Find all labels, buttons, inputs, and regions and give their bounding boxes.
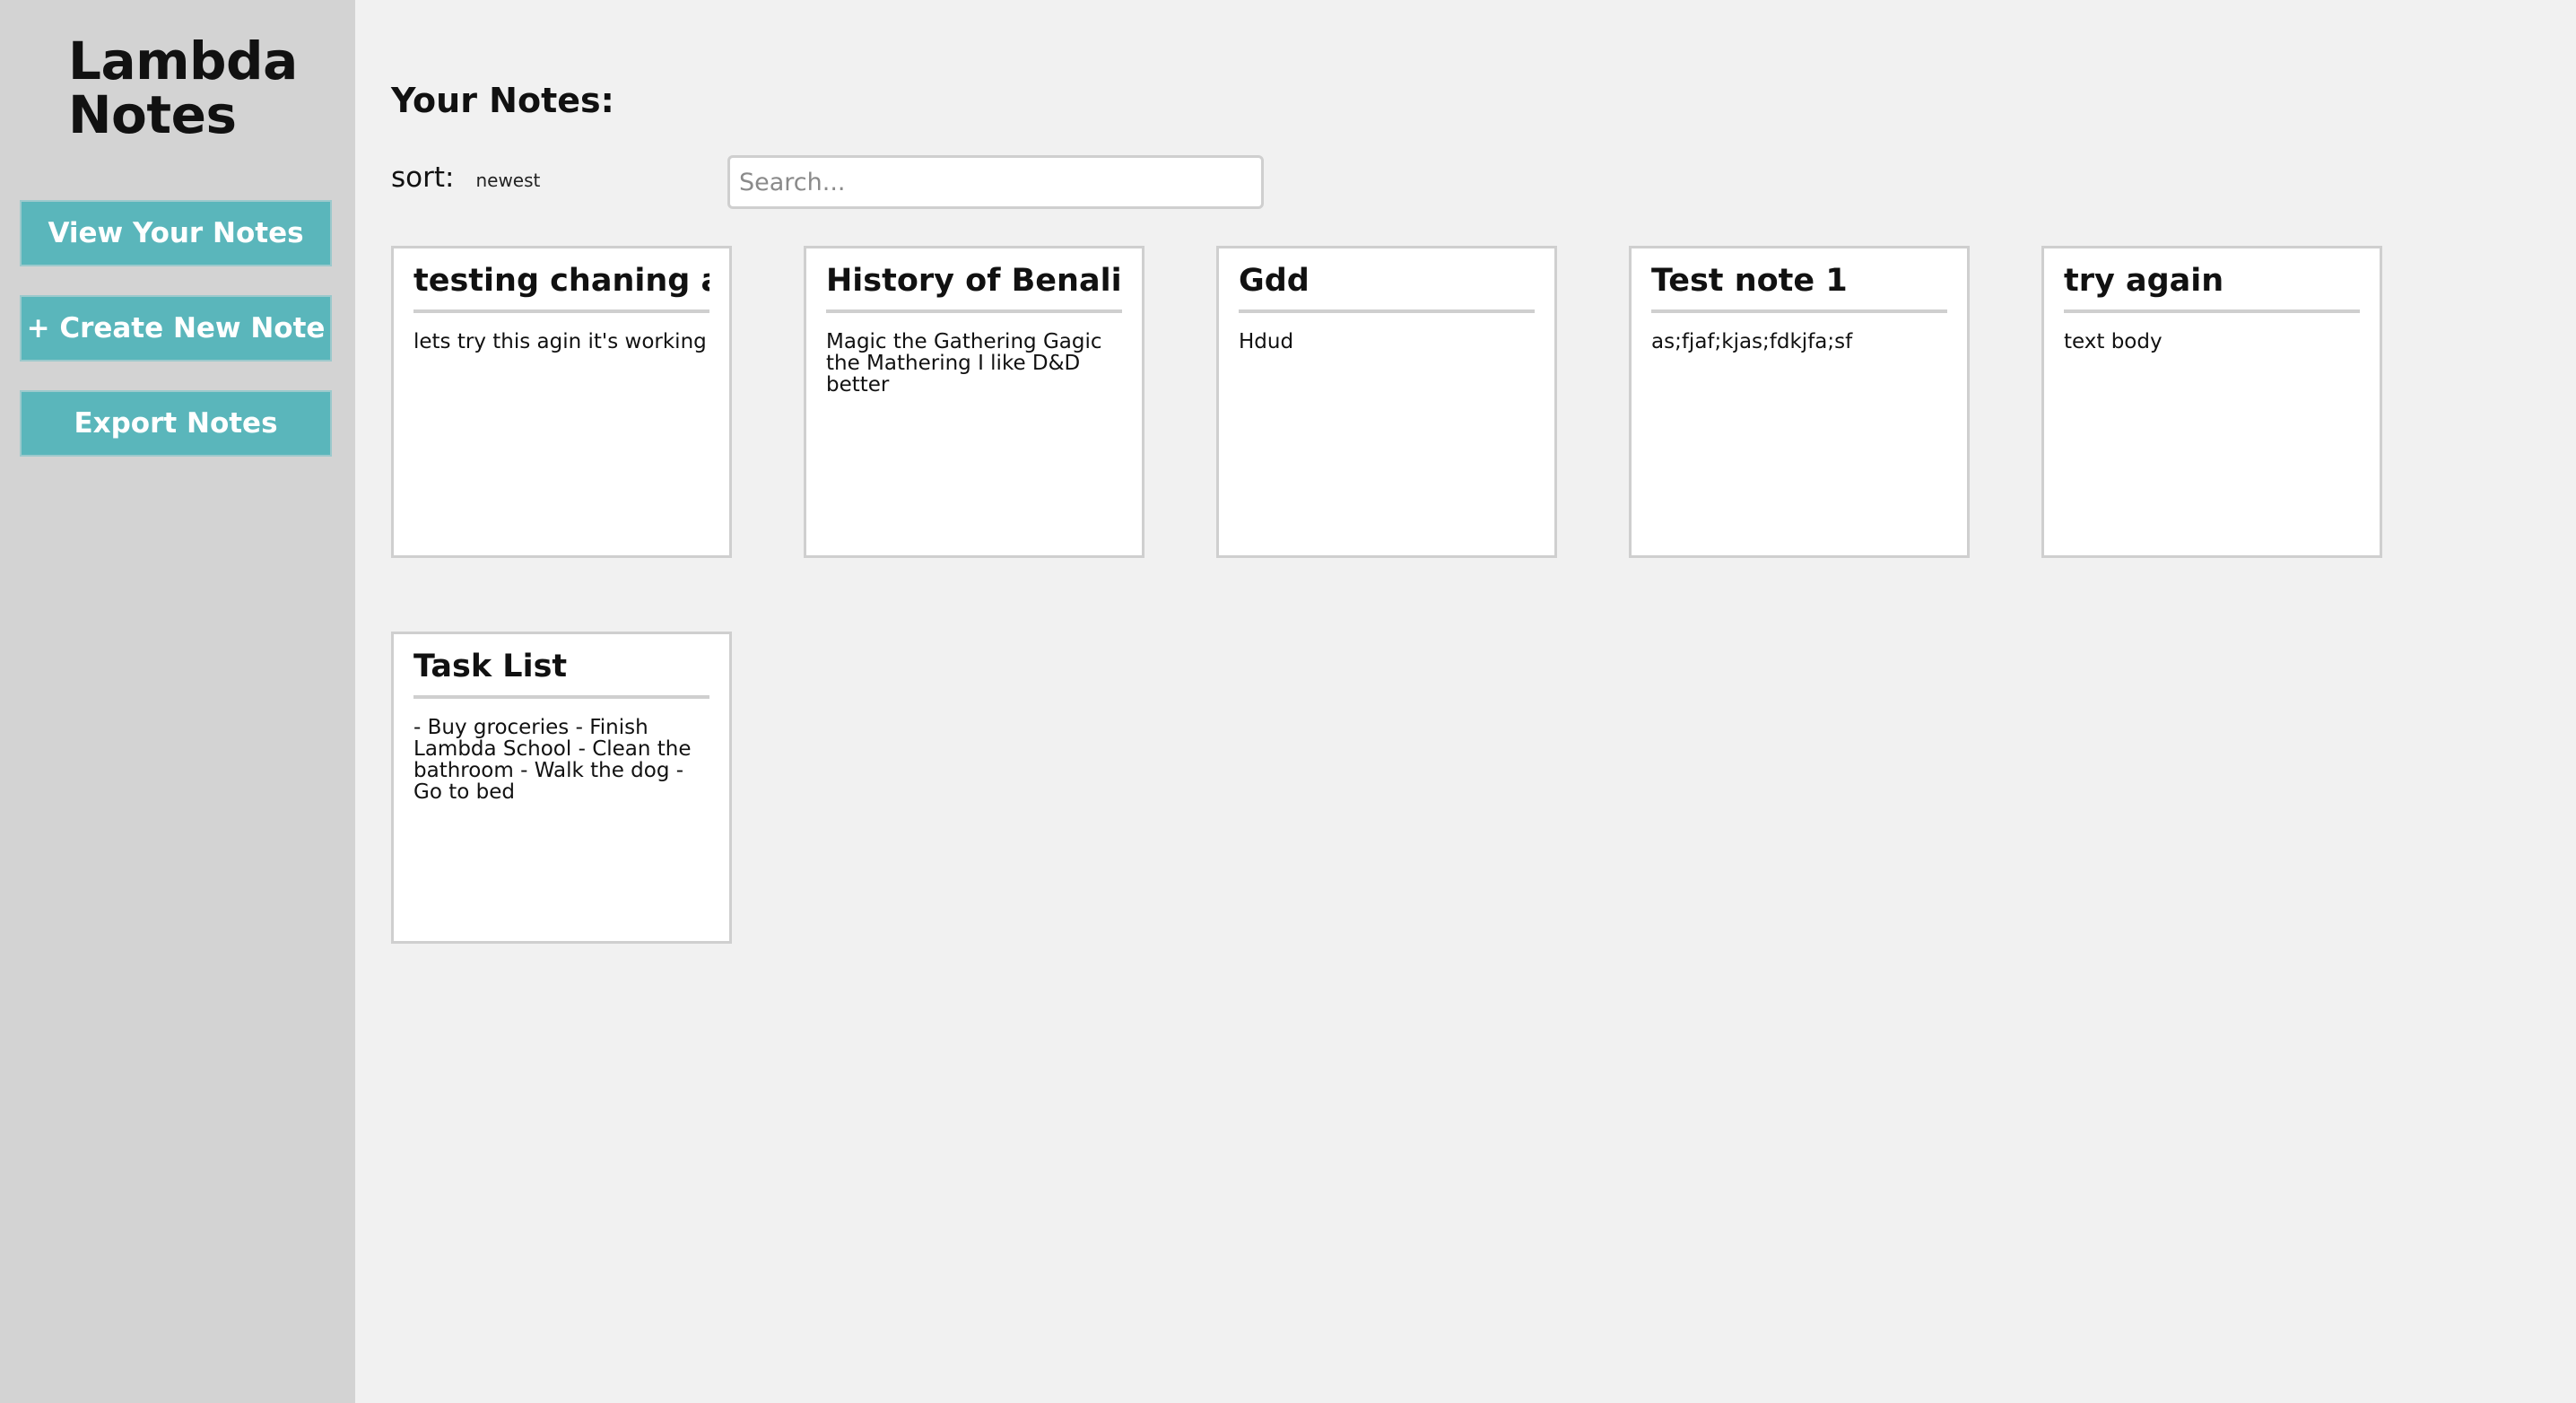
search-input[interactable]	[727, 155, 1264, 209]
app-title: Lambda Notes	[68, 30, 298, 145]
note-card[interactable]: Task List - Buy groceries - Finish Lambd…	[391, 632, 732, 944]
note-title: Task List	[413, 634, 709, 699]
note-body: lets try this agin it's working	[413, 330, 707, 353]
note-title: History of Benalia	[826, 248, 1122, 313]
create-note-button[interactable]: + Create New Note	[20, 295, 332, 362]
note-card[interactable]: testing chaning again lets try this agin…	[391, 246, 732, 558]
app-root: Lambda Notes View Your Notes + Create Ne…	[0, 0, 2576, 1403]
note-title: Gdd	[1239, 248, 1535, 313]
note-body: text body	[2064, 330, 2163, 353]
note-card[interactable]: Gdd Hdud	[1216, 246, 1557, 558]
sort-label: sort:	[391, 161, 455, 194]
sort-option-newest[interactable]: newest	[475, 170, 540, 191]
sidebar: Lambda Notes View Your Notes + Create Ne…	[0, 0, 355, 1403]
note-title: Test note 1	[1651, 248, 1947, 313]
note-body: - Buy groceries - Finish Lambda School -…	[413, 716, 692, 804]
export-notes-button[interactable]: Export Notes	[20, 390, 332, 457]
sort-control: sort: newest	[391, 161, 540, 194]
note-body: Magic the Gathering Gagic the Mathering …	[826, 330, 1102, 396]
note-card[interactable]: Test note 1 as;fjaf;kjas;fdkjfa;sf	[1629, 246, 1970, 558]
page-title: Your Notes:	[391, 81, 614, 120]
note-title: try again	[2064, 248, 2360, 313]
note-card[interactable]: try again text body	[2041, 246, 2382, 558]
note-title: testing chaning again	[413, 248, 709, 313]
note-card[interactable]: History of Benalia Magic the Gathering G…	[804, 246, 1144, 558]
note-body: Hdud	[1239, 330, 1294, 353]
view-notes-button[interactable]: View Your Notes	[20, 200, 332, 266]
note-body: as;fjaf;kjas;fdkjfa;sf	[1651, 330, 1853, 353]
